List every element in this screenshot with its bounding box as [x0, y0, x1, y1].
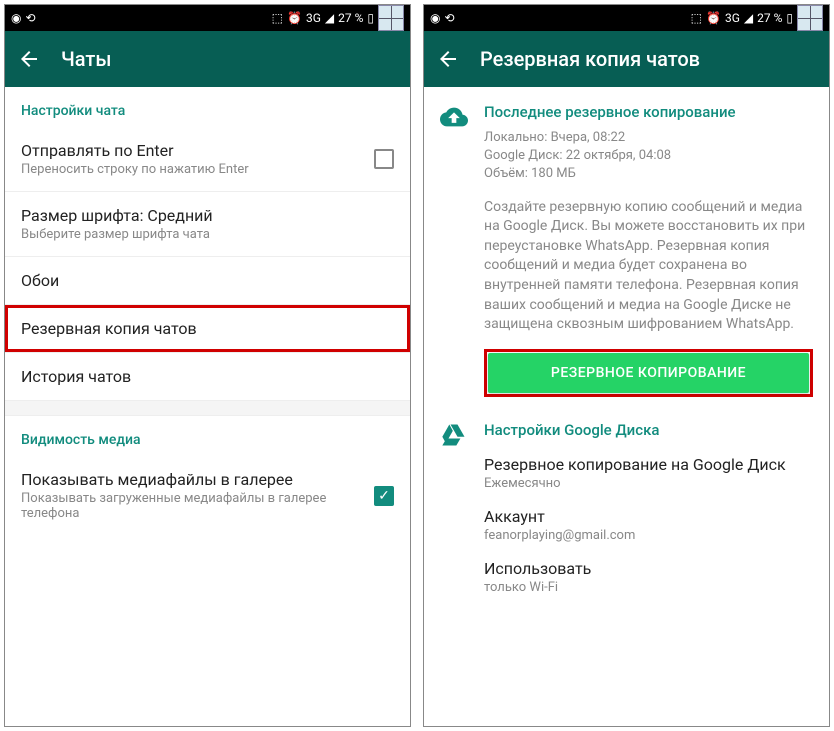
battery-icon: ▯ [786, 11, 793, 25]
page-title: Чаты [61, 47, 111, 71]
gdrive-header: Настройки Google Диска [484, 421, 813, 439]
backup-description: Создайте резервную копию сообщений и мед… [484, 198, 813, 335]
sync-icon: ⟲ [25, 11, 35, 25]
back-button[interactable] [17, 47, 41, 71]
sync-icon: ⟲ [444, 11, 454, 25]
item-sub: только Wi-Fi [484, 580, 813, 595]
item-font-size[interactable]: Размер шрифта: Средний Выберите размер ш… [5, 192, 410, 257]
checkbox-unchecked[interactable] [374, 149, 394, 169]
backup-button[interactable]: РЕЗЕРВНОЕ КОПИРОВАНИЕ [488, 353, 809, 393]
gdrive-network[interactable]: Использовать только Wi-Fi [484, 551, 813, 603]
gdrive-backup-freq[interactable]: Резервное копирование на Google Диск Еже… [484, 447, 813, 499]
signal-icon: ◢ [744, 11, 753, 25]
meta-size: Объём: 180 МБ [484, 165, 813, 183]
item-title: История чатов [21, 367, 394, 386]
battery-icon: ▯ [367, 11, 374, 25]
gdrive-icon [440, 421, 468, 603]
backup-meta: Локально: Вчера, 08:22 Google Диск: 22 о… [484, 129, 813, 184]
battery-text: 27 % [757, 11, 782, 25]
crop-icon [378, 5, 404, 31]
cast-icon: ⬚ [691, 11, 702, 25]
item-sub: Переносить строку по нажатию Enter [21, 162, 358, 177]
alarm-icon: ⏰ [706, 11, 721, 25]
status-bar: ◉ ⟲ ⬚ ⏰ 3G ◢ 27 % ▯ [5, 5, 410, 31]
arrow-back-icon [436, 47, 460, 71]
backup-header: Последнее резервное копирование [484, 103, 813, 121]
divider [5, 400, 410, 416]
toolbar: Чаты [5, 31, 410, 87]
content: Настройки чата Отправлять по Enter Перен… [5, 87, 410, 726]
backup-button-highlight: РЕЗЕРВНОЕ КОПИРОВАНИЕ [484, 349, 813, 397]
status-bar: ◉ ⟲ ⬚ ⏰ 3G ◢ 27 % ▯ [424, 5, 829, 31]
item-title: Резервное копирование на Google Диск [484, 455, 813, 474]
network-icon: 3G [306, 11, 321, 25]
right-screen: ◉ ⟲ ⬚ ⏰ 3G ◢ 27 % ▯ Резервная копия чато… [423, 4, 830, 727]
eye-icon: ◉ [430, 11, 440, 25]
section-media-visibility: Видимость медиа [5, 416, 410, 456]
meta-gdrive: Google Диск: 22 октября, 04:08 [484, 147, 813, 165]
gdrive-section: Настройки Google Диска Резервное копиров… [424, 413, 829, 603]
item-chat-backup[interactable]: Резервная копия чатов [5, 305, 410, 353]
meta-local: Локально: Вчера, 08:22 [484, 129, 813, 147]
eye-icon: ◉ [11, 11, 21, 25]
section-chat-settings: Настройки чата [5, 87, 410, 127]
back-button[interactable] [436, 47, 460, 71]
crop-icon [797, 5, 823, 31]
item-show-media[interactable]: Показывать медиафайлы в галерее Показыва… [5, 456, 410, 535]
checkbox-checked[interactable]: ✓ [374, 486, 394, 506]
network-icon: 3G [725, 11, 740, 25]
item-title: Аккаунт [484, 507, 813, 526]
item-sub: Ежемесячно [484, 476, 813, 491]
page-title: Резервная копия чатов [480, 47, 700, 71]
item-sub: Выберите размер шрифта чата [21, 227, 394, 242]
item-title: Обои [21, 271, 394, 290]
item-title: Отправлять по Enter [21, 141, 358, 160]
battery-text: 27 % [338, 11, 363, 25]
gdrive-account[interactable]: Аккаунт feanorplaying@gmail.com [484, 499, 813, 551]
signal-icon: ◢ [325, 11, 334, 25]
item-title: Использовать [484, 559, 813, 578]
item-title: Размер шрифта: Средний [21, 206, 394, 225]
alarm-icon: ⏰ [287, 11, 302, 25]
item-send-enter[interactable]: Отправлять по Enter Переносить строку по… [5, 127, 410, 192]
left-screen: ◉ ⟲ ⬚ ⏰ 3G ◢ 27 % ▯ Чаты Настройки чата … [4, 4, 411, 727]
cloud-upload-icon [440, 103, 468, 413]
item-title: Резервная копия чатов [21, 319, 394, 338]
cast-icon: ⬚ [272, 11, 283, 25]
arrow-back-icon [17, 47, 41, 71]
item-chat-history[interactable]: История чатов [5, 353, 410, 400]
toolbar: Резервная копия чатов [424, 31, 829, 87]
item-sub: feanorplaying@gmail.com [484, 528, 813, 543]
item-sub: Показывать загруженные медиафайлы в гале… [21, 491, 358, 521]
item-wallpaper[interactable]: Обои [5, 257, 410, 305]
backup-section: Последнее резервное копирование Локально… [424, 87, 829, 413]
item-title: Показывать медиафайлы в галерее [21, 470, 358, 489]
content: Последнее резервное копирование Локально… [424, 87, 829, 726]
